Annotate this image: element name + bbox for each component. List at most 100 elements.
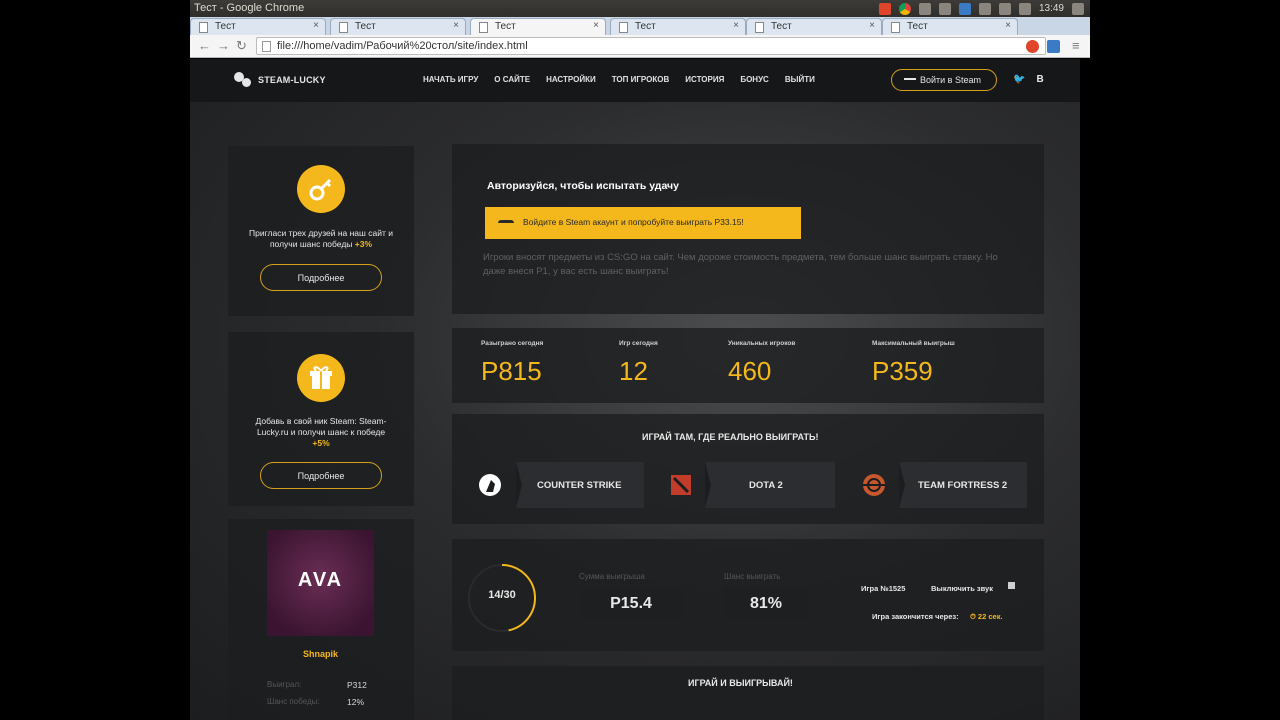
counter-strike-icon[interactable] [466,462,516,508]
auth-title: Авторизуйся, чтобы испытать удачу [487,180,679,192]
adblock-icon[interactable] [1026,40,1039,53]
steam-auth-label: Войдите в Steam акаунт и попробуйте выиг… [523,217,744,227]
tab-strip: Тест × Тест × Тест × Тест × Тест × Тест × [190,17,1090,35]
menu-logout[interactable]: ВЫЙТИ [785,75,815,84]
tab-label: Тест [907,21,928,32]
menu-history[interactable]: ИСТОРИЯ [685,75,724,84]
user-won-value: Р312 [347,680,367,690]
extension-icon[interactable] [1047,40,1060,53]
key-icon [297,165,345,213]
gift-icon [297,354,345,402]
network-icon[interactable] [958,2,971,15]
game-ends-timer: ⏱ 22 сек. [970,612,1003,621]
tab-label: Тест [771,21,792,32]
tab-label: Тест [215,21,236,32]
game-tile-dota2[interactable]: DOTA 2 [705,462,835,508]
forward-icon[interactable]: → [217,39,230,53]
os-top-bar: Тест - Google Chrome 13:49 [190,0,1090,17]
page-icon [262,41,271,52]
reload-icon[interactable]: ↻ [236,39,247,53]
game-tile-counter-strike[interactable]: COUNTER STRIKE [516,462,644,508]
browser-tab[interactable]: Тест × [610,18,746,35]
tab-label: Тест [495,21,516,32]
url-text: file:///home/vadim/Рабочий%20стол/site/i… [277,40,528,52]
players-progress: 14/30 [488,589,516,601]
microphone-icon[interactable] [938,2,951,15]
menu-settings[interactable]: НАСТРОЙКИ [546,75,596,84]
browser-tab[interactable]: Тест × [882,18,1018,35]
main-menu: НАЧАТЬ ИГРУ О САЙТЕ НАСТРОЙКИ ТОП ИГРОКО… [423,75,815,84]
menu-top-players[interactable]: ТОП ИГРОКОВ [612,75,670,84]
game-tile-team-fortress[interactable]: TEAM FORTRESS 2 [899,462,1027,508]
close-tab-icon[interactable]: × [453,20,459,31]
steam-login-button[interactable]: Войти в Steam [891,69,997,91]
volume-icon[interactable] [1018,2,1031,15]
promo-invite-text: Пригласи трех друзей на наш сайт и получ… [241,228,401,250]
chrome-icon[interactable] [898,2,911,15]
back-icon[interactable]: ← [198,39,211,53]
vk-icon[interactable]: В [1036,74,1043,85]
user-chance-label: Шанс победы: [267,697,320,706]
dota2-icon[interactable] [655,462,705,508]
steam-auth-button[interactable]: Войдите в Steam акаунт и попробуйте выиг… [485,207,801,239]
twitter-icon[interactable]: 🐦 [1013,74,1025,85]
close-tab-icon[interactable]: × [593,20,599,31]
avatar-logo-text: AVA [297,569,344,591]
clock[interactable]: 13:49 [1039,3,1064,14]
menu-about[interactable]: О САЙТЕ [494,75,530,84]
username[interactable]: Shnapik [267,649,374,659]
promo-nickname-text: Добавь в свой ник Steam: Steam-Lucky.ru … [241,416,401,449]
site-navbar: STEAM-LUCKY НАЧАТЬ ИГРУ О САЙТЕ НАСТРОЙК… [190,59,1080,102]
window-title: Тест - Google Chrome [194,2,305,14]
dropbox-icon[interactable] [918,2,931,15]
close-tab-icon[interactable]: × [313,20,319,31]
chance-value: 81% [724,587,808,621]
page-icon [339,22,348,33]
promo-nickname-bonus: +5% [312,438,330,448]
menu-icon[interactable]: ≡ [1072,39,1080,53]
play-panel [452,666,1044,720]
stat-value-max-win: Р359 [872,356,933,386]
page-icon [755,22,764,33]
game-ends-label: Игра закончится через: [872,612,959,621]
stat-label-played: Разыграно сегодня [481,340,544,347]
user-chance-value: 12% [347,697,365,707]
steam-logo-icon [234,72,252,88]
promo-nickname-details-button[interactable]: Подробнее [260,462,382,489]
tab-label: Тест [635,21,656,32]
screen: Тест - Google Chrome 13:49 Тест × Тест × Т… [0,0,1280,720]
stat-label-max-win: Максимальный выигрыш [872,340,955,347]
team-fortress-icon[interactable] [849,462,899,508]
bank-label: Сумма выигрыша [579,572,645,581]
steam-icon [498,220,514,226]
close-tab-icon[interactable]: × [869,20,875,31]
browser-tab[interactable]: Тест × [746,18,882,35]
close-tab-icon[interactable]: × [733,20,739,31]
site-logo[interactable]: STEAM-LUCKY [234,72,326,88]
tray-app-icon[interactable] [878,2,891,15]
browser-tab[interactable]: Тест × [190,18,326,35]
play-title: ИГРАЙ И ВЫИГРЫВАЙ! [688,678,793,688]
social-links: 🐦 В [1013,74,1044,85]
address-bar[interactable]: file:///home/vadim/Рабочий%20стол/site/i… [256,37,1046,55]
settings-icon[interactable] [1072,2,1084,15]
stat-label-games: Игр сегодня [619,340,658,347]
mail-icon[interactable] [998,2,1011,15]
keyboard-layout-icon[interactable] [978,2,991,15]
stat-value-games: 12 [619,356,648,386]
menu-start-game[interactable]: НАЧАТЬ ИГРУ [423,75,478,84]
mute-sound-link[interactable]: Выключить звук [931,584,993,593]
close-tab-icon[interactable]: × [1005,20,1011,31]
auth-description: Игроки вносят предметы из CS:GO на сайт.… [483,252,998,277]
stat-value-unique: 460 [728,356,772,386]
browser-tab[interactable]: Тест × [330,18,466,35]
menu-bonus[interactable]: БОНУС [740,75,769,84]
promo-invite-bonus: +3% [354,239,373,249]
game-label: TEAM FORTRESS 2 [918,480,1008,491]
promo-invite-details-button[interactable]: Подробнее [260,264,382,291]
page-icon [619,22,628,33]
speaker-icon[interactable] [1008,582,1015,589]
page-icon [479,22,488,33]
browser-tab-active[interactable]: Тест × [470,18,606,35]
game-label: DOTA 2 [749,480,783,491]
